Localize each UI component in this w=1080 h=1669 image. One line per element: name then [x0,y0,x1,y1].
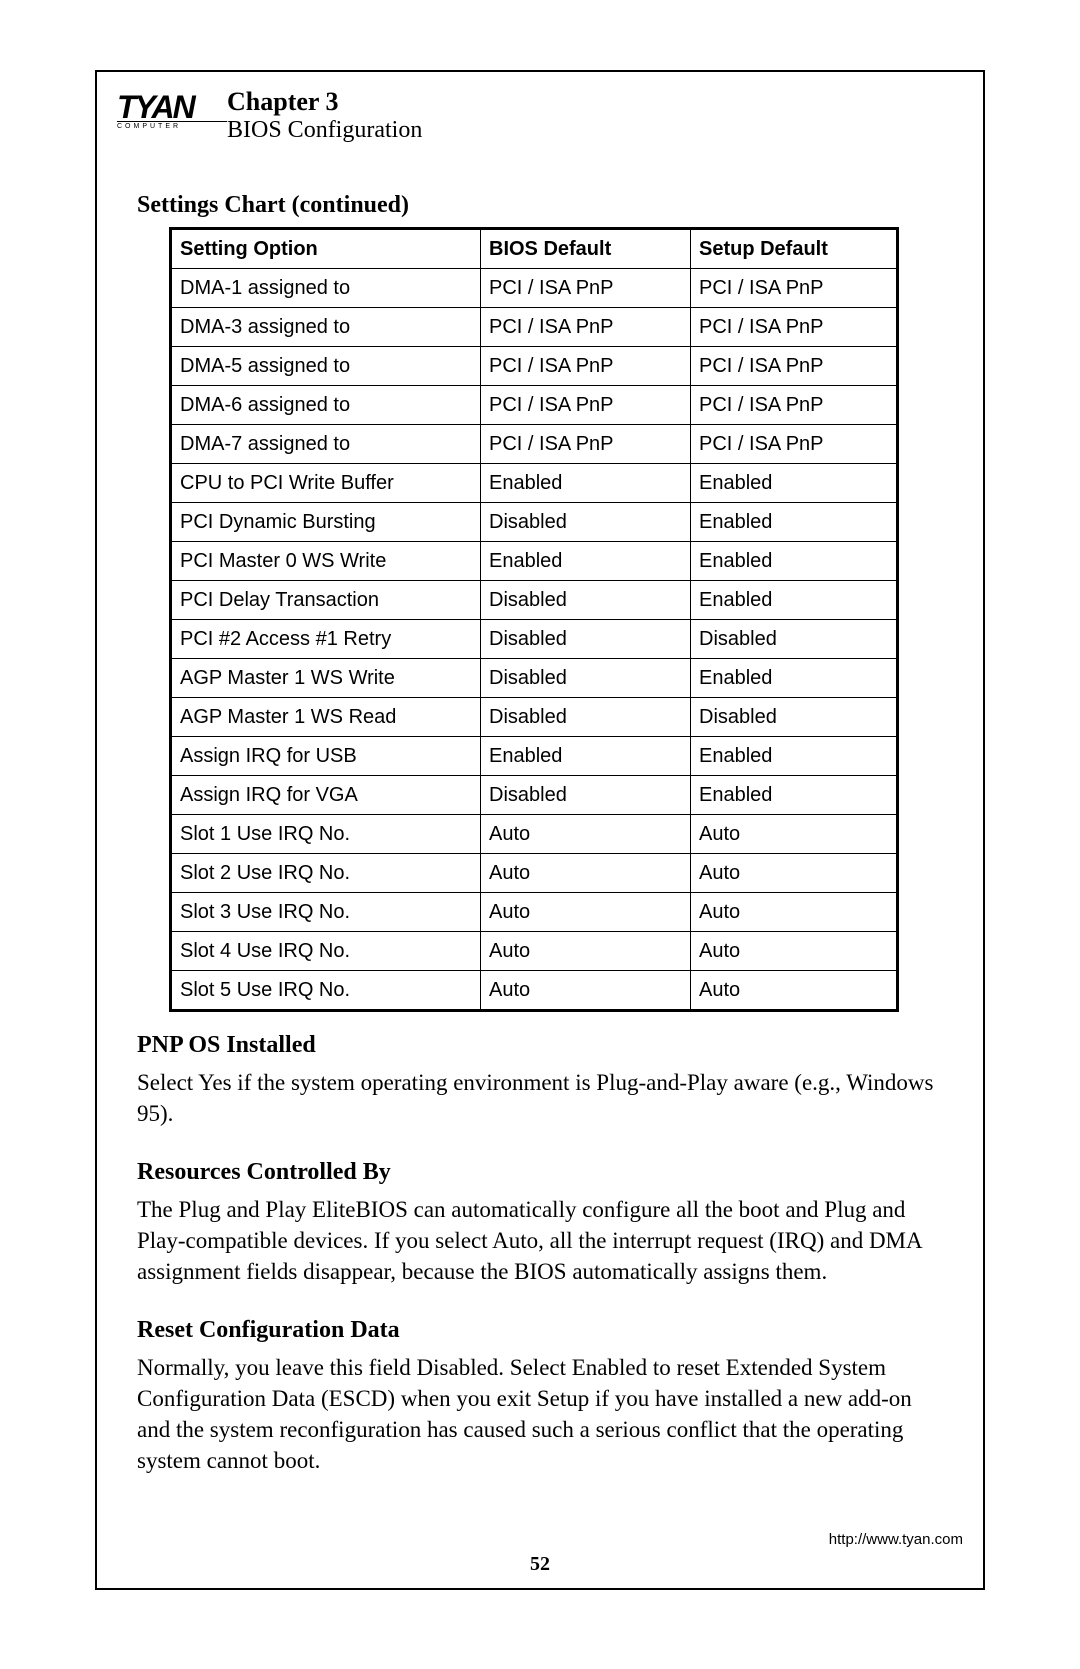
table-cell: Disabled [691,698,898,737]
table-cell: AGP Master 1 WS Write [171,659,481,698]
table-cell: Enabled [691,542,898,581]
page-header: TYAN COMPUTER Chapter 3 BIOS Configurati… [117,87,422,144]
table-cell: Auto [481,971,691,1011]
table-cell: Enabled [691,503,898,542]
table-cell: DMA-3 assigned to [171,308,481,347]
section-heading: Resources Controlled By [137,1159,943,1186]
section-heading: Reset Configuration Data [137,1317,943,1344]
table-cell: Slot 4 Use IRQ No. [171,932,481,971]
table-cell: Disabled [481,503,691,542]
page-frame: TYAN COMPUTER Chapter 3 BIOS Configurati… [95,70,985,1590]
table-row: Slot 5 Use IRQ No.AutoAuto [171,971,898,1011]
table-cell: Auto [481,893,691,932]
table-row: Slot 1 Use IRQ No.AutoAuto [171,815,898,854]
table-cell: Auto [481,932,691,971]
table-row: AGP Master 1 WS WriteDisabledEnabled [171,659,898,698]
table-cell: Auto [481,815,691,854]
table-cell: Auto [691,815,898,854]
table-cell: Enabled [481,737,691,776]
table-cell: PCI / ISA PnP [691,425,898,464]
page-number: 52 [97,1553,983,1576]
table-cell: PCI Dynamic Bursting [171,503,481,542]
table-cell: Auto [691,971,898,1011]
table-cell: DMA-7 assigned to [171,425,481,464]
table-cell: Assign IRQ for USB [171,737,481,776]
section-body: Normally, you leave this field Disabled.… [137,1352,943,1476]
table-cell: AGP Master 1 WS Read [171,698,481,737]
col-setup-default: Setup Default [691,229,898,269]
table-cell: PCI Delay Transaction [171,581,481,620]
table-cell: PCI / ISA PnP [481,347,691,386]
table-row: Slot 4 Use IRQ No.AutoAuto [171,932,898,971]
table-cell: Slot 1 Use IRQ No. [171,815,481,854]
section-body: Select Yes if the system operating envir… [137,1067,943,1129]
table-cell: PCI / ISA PnP [691,386,898,425]
table-cell: Enabled [481,542,691,581]
table-row: AGP Master 1 WS ReadDisabledDisabled [171,698,898,737]
table-cell: Disabled [481,581,691,620]
table-cell: Enabled [691,659,898,698]
table-cell: PCI / ISA PnP [691,347,898,386]
table-cell: Slot 2 Use IRQ No. [171,854,481,893]
section-body: The Plug and Play EliteBIOS can automati… [137,1194,943,1287]
table-cell: CPU to PCI Write Buffer [171,464,481,503]
table-row: DMA-7 assigned toPCI / ISA PnPPCI / ISA … [171,425,898,464]
table-cell: PCI / ISA PnP [481,386,691,425]
section-heading: PNP OS Installed [137,1032,943,1059]
table-cell: PCI / ISA PnP [481,269,691,308]
table-cell: PCI Master 0 WS Write [171,542,481,581]
table-cell: Auto [691,932,898,971]
table-cell: PCI #2 Access #1 Retry [171,620,481,659]
table-row: CPU to PCI Write BufferEnabledEnabled [171,464,898,503]
table-heading: Settings Chart (continued) [137,192,943,219]
table-row: PCI Delay TransactionDisabledEnabled [171,581,898,620]
tyan-logo: TYAN COMPUTER [117,87,227,130]
table-row: DMA-6 assigned toPCI / ISA PnPPCI / ISA … [171,386,898,425]
table-cell: Disabled [481,620,691,659]
table-cell: Enabled [691,776,898,815]
table-cell: Assign IRQ for VGA [171,776,481,815]
col-bios-default: BIOS Default [481,229,691,269]
table-cell: PCI / ISA PnP [691,269,898,308]
table-row: DMA-1 assigned toPCI / ISA PnPPCI / ISA … [171,269,898,308]
chapter-subtitle: BIOS Configuration [227,117,422,144]
settings-table: Setting Option BIOS Default Setup Defaul… [169,227,899,1012]
chapter-block: Chapter 3 BIOS Configuration [227,87,422,144]
table-row: Assign IRQ for VGADisabledEnabled [171,776,898,815]
table-cell: Auto [691,893,898,932]
table-cell: Enabled [691,581,898,620]
table-cell: PCI / ISA PnP [481,425,691,464]
table-cell: Enabled [481,464,691,503]
table-cell: Auto [481,854,691,893]
table-cell: Auto [691,854,898,893]
table-cell: DMA-6 assigned to [171,386,481,425]
table-cell: PCI / ISA PnP [481,308,691,347]
table-row: DMA-3 assigned toPCI / ISA PnPPCI / ISA … [171,308,898,347]
table-row: DMA-5 assigned toPCI / ISA PnPPCI / ISA … [171,347,898,386]
table-row: PCI Master 0 WS WriteEnabledEnabled [171,542,898,581]
table-cell: Disabled [481,698,691,737]
table-cell: Disabled [481,659,691,698]
table-row: Slot 2 Use IRQ No.AutoAuto [171,854,898,893]
logo-brand: TYAN [117,91,227,123]
chapter-title: Chapter 3 [227,87,422,117]
footer-url: http://www.tyan.com [829,1531,963,1548]
table-row: Slot 3 Use IRQ No.AutoAuto [171,893,898,932]
table-cell: DMA-1 assigned to [171,269,481,308]
table-row: PCI Dynamic BurstingDisabledEnabled [171,503,898,542]
table-cell: Slot 3 Use IRQ No. [171,893,481,932]
table-header-row: Setting Option BIOS Default Setup Defaul… [171,229,898,269]
table-row: Assign IRQ for USBEnabledEnabled [171,737,898,776]
table-cell: Disabled [481,776,691,815]
table-row: PCI #2 Access #1 RetryDisabledDisabled [171,620,898,659]
content-area: Settings Chart (continued) Setting Optio… [137,192,943,1476]
table-cell: Disabled [691,620,898,659]
table-cell: Enabled [691,737,898,776]
table-cell: Enabled [691,464,898,503]
col-setting-option: Setting Option [171,229,481,269]
logo-sub: COMPUTER [117,121,227,130]
table-cell: Slot 5 Use IRQ No. [171,971,481,1011]
table-cell: PCI / ISA PnP [691,308,898,347]
table-cell: DMA-5 assigned to [171,347,481,386]
